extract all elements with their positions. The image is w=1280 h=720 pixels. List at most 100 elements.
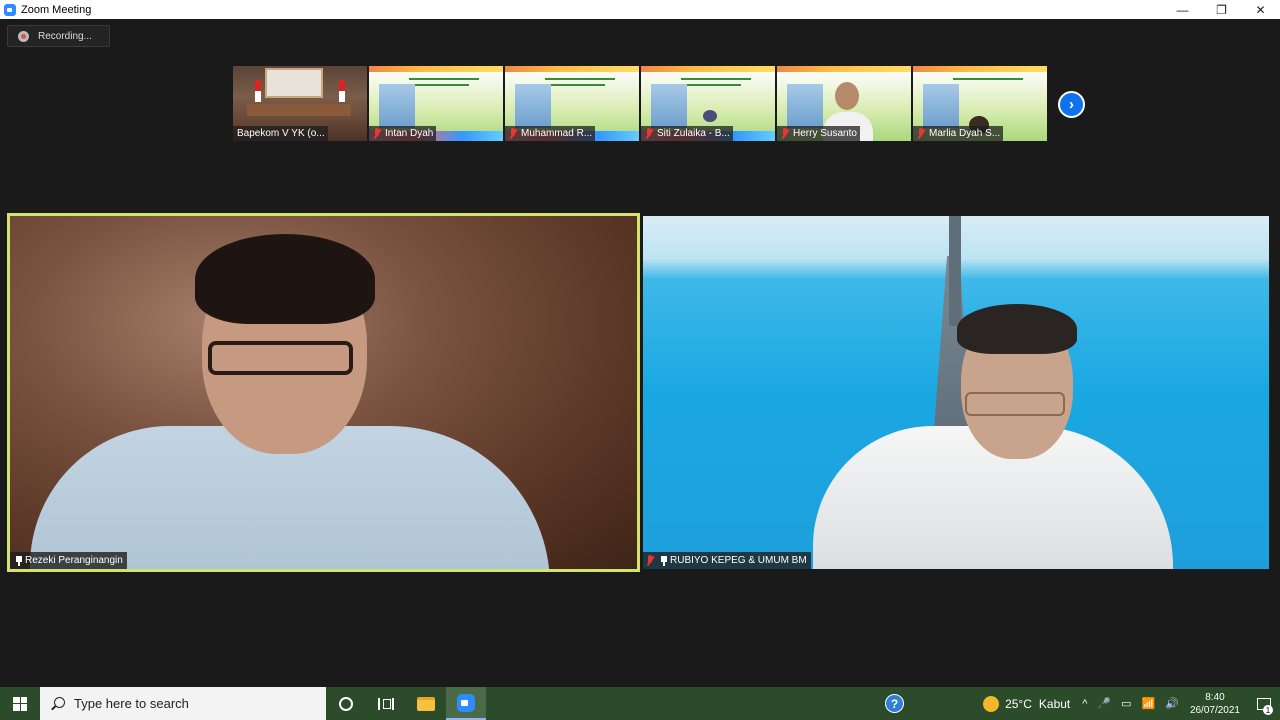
weather-icon[interactable]	[983, 695, 1000, 712]
video-content	[409, 84, 469, 86]
record-icon	[18, 30, 29, 42]
recording-label: Recording...	[38, 30, 92, 42]
help-icon[interactable]: ?	[885, 694, 904, 713]
participant-name-label: Intan Dyah	[369, 126, 437, 141]
video-content	[681, 84, 741, 86]
participant-glasses	[208, 341, 353, 375]
recording-indicator[interactable]: Recording...	[7, 25, 110, 47]
system-tray: 25°C Kabut ^ 🎤 ▭ 📶 🔊 8:40 26/07/2021 1	[983, 687, 1280, 720]
task-view-icon	[378, 697, 394, 710]
video-content	[641, 66, 775, 72]
video-content	[515, 84, 551, 128]
participant-name-label: Bapekom V YK (o...	[233, 126, 328, 141]
restore-button[interactable]: ❐	[1202, 0, 1241, 19]
weather-condition[interactable]: Kabut	[1039, 697, 1070, 711]
search-placeholder: Type here to search	[74, 696, 189, 711]
participant-name-label: RUBIYO KEPEG & UMUM BM	[643, 552, 811, 569]
participant-name: Marlia Dyah S...	[929, 128, 1001, 139]
video-content	[953, 78, 1023, 80]
meeting-area: Recording... Bapekom V YK (o... Intan Dy…	[0, 19, 1280, 687]
video-content	[379, 84, 415, 128]
participant-name: Siti Zulaika - B...	[657, 128, 730, 139]
title-bar: Zoom Meeting — ❐ ✕	[0, 0, 1280, 19]
participant-name: RUBIYO KEPEG & UMUM BM	[670, 555, 807, 566]
search-icon	[51, 696, 65, 711]
mic-muted-icon	[646, 555, 654, 566]
next-page-button[interactable]: ›	[1058, 91, 1085, 118]
video-content	[265, 68, 323, 98]
windows-taskbar: Type here to search ? 25°C Kabut ^ 🎤 ▭ 📶…	[0, 687, 1280, 720]
participant-thumbnail[interactable]: Siti Zulaika - B...	[641, 66, 775, 141]
participant-face	[835, 82, 859, 110]
participant-hair	[957, 304, 1077, 354]
zoom-taskbar-button[interactable]	[446, 687, 486, 720]
participant-thumbnail[interactable]: Marlia Dyah S...	[913, 66, 1047, 141]
video-content	[369, 66, 503, 72]
chevron-right-icon: ›	[1069, 96, 1074, 113]
mic-muted-icon	[645, 128, 653, 139]
participant-name-label: Siti Zulaika - B...	[641, 126, 733, 141]
video-content	[681, 78, 751, 80]
participant-glasses	[965, 392, 1065, 416]
file-explorer-button[interactable]	[406, 687, 446, 720]
participant-face	[703, 110, 717, 122]
folder-icon	[417, 696, 435, 711]
participant-thumbnail[interactable]: Intan Dyah	[369, 66, 503, 141]
video-content	[777, 66, 911, 72]
volume-icon[interactable]: 🔊	[1165, 697, 1179, 710]
windows-logo-icon	[13, 696, 27, 711]
show-hidden-icons-icon[interactable]: ^	[1082, 698, 1087, 710]
window-title: Zoom Meeting	[21, 3, 92, 16]
cortana-button[interactable]	[326, 687, 366, 720]
mic-muted-icon	[509, 128, 517, 139]
participant-name-label: Muhammad R...	[505, 126, 596, 141]
task-view-button[interactable]	[366, 687, 406, 720]
video-content	[923, 84, 959, 128]
video-content	[505, 66, 639, 72]
participant-name-label: Marlia Dyah S...	[913, 126, 1004, 141]
mic-muted-icon	[781, 128, 789, 139]
participant-name: Muhammad R...	[521, 128, 593, 139]
video-tile[interactable]: RUBIYO KEPEG & UMUM BM	[643, 216, 1269, 569]
zoom-app-icon	[4, 3, 16, 16]
pin-icon	[15, 555, 22, 566]
video-content	[787, 84, 823, 128]
participant-thumbnail[interactable]: Muhammad R...	[505, 66, 639, 141]
participant-name: Bapekom V YK (o...	[237, 128, 325, 139]
participant-thumbnail[interactable]: Herry Susanto	[777, 66, 911, 141]
mic-muted-icon	[373, 128, 381, 139]
clock-time: 8:40	[1205, 691, 1225, 703]
clock[interactable]: 8:40 26/07/2021	[1190, 691, 1240, 717]
close-button[interactable]: ✕	[1241, 0, 1280, 19]
video-content	[545, 78, 615, 80]
thumbnail-strip: Bapekom V YK (o... Intan Dyah Muhammad R…	[233, 66, 1047, 141]
minimize-button[interactable]: —	[1163, 0, 1202, 19]
window-controls: — ❐ ✕	[1163, 0, 1280, 19]
video-content	[409, 78, 479, 80]
microphone-icon[interactable]: 🎤	[1097, 697, 1111, 710]
participant-name: Herry Susanto	[793, 128, 857, 139]
participant-name: Rezeki Peranginangin	[25, 555, 123, 566]
notification-center-button[interactable]: 1	[1248, 687, 1280, 720]
participant-name-label: Rezeki Peranginangin	[10, 552, 127, 569]
flag-image	[339, 80, 345, 102]
clock-date: 26/07/2021	[1189, 704, 1240, 716]
notification-count: 1	[1263, 705, 1273, 715]
participant-name: Intan Dyah	[385, 128, 434, 139]
video-content	[913, 66, 1047, 72]
video-content	[545, 84, 605, 86]
video-content	[651, 84, 687, 128]
taskbar-search[interactable]: Type here to search	[40, 687, 326, 720]
video-content	[247, 104, 351, 116]
flag-image	[255, 80, 261, 102]
participant-hair	[195, 234, 375, 324]
video-tile-active-speaker[interactable]: Rezeki Peranginangin	[7, 213, 640, 572]
weather-temp[interactable]: 25°C	[1005, 697, 1032, 711]
battery-icon[interactable]: ▭	[1121, 697, 1131, 710]
pin-icon	[660, 555, 667, 566]
wifi-icon[interactable]: 📶	[1142, 697, 1156, 710]
participant-thumbnail[interactable]: Bapekom V YK (o...	[233, 66, 367, 141]
start-button[interactable]	[0, 687, 40, 720]
participant-name-label: Herry Susanto	[777, 126, 860, 141]
mic-muted-icon	[917, 128, 925, 139]
